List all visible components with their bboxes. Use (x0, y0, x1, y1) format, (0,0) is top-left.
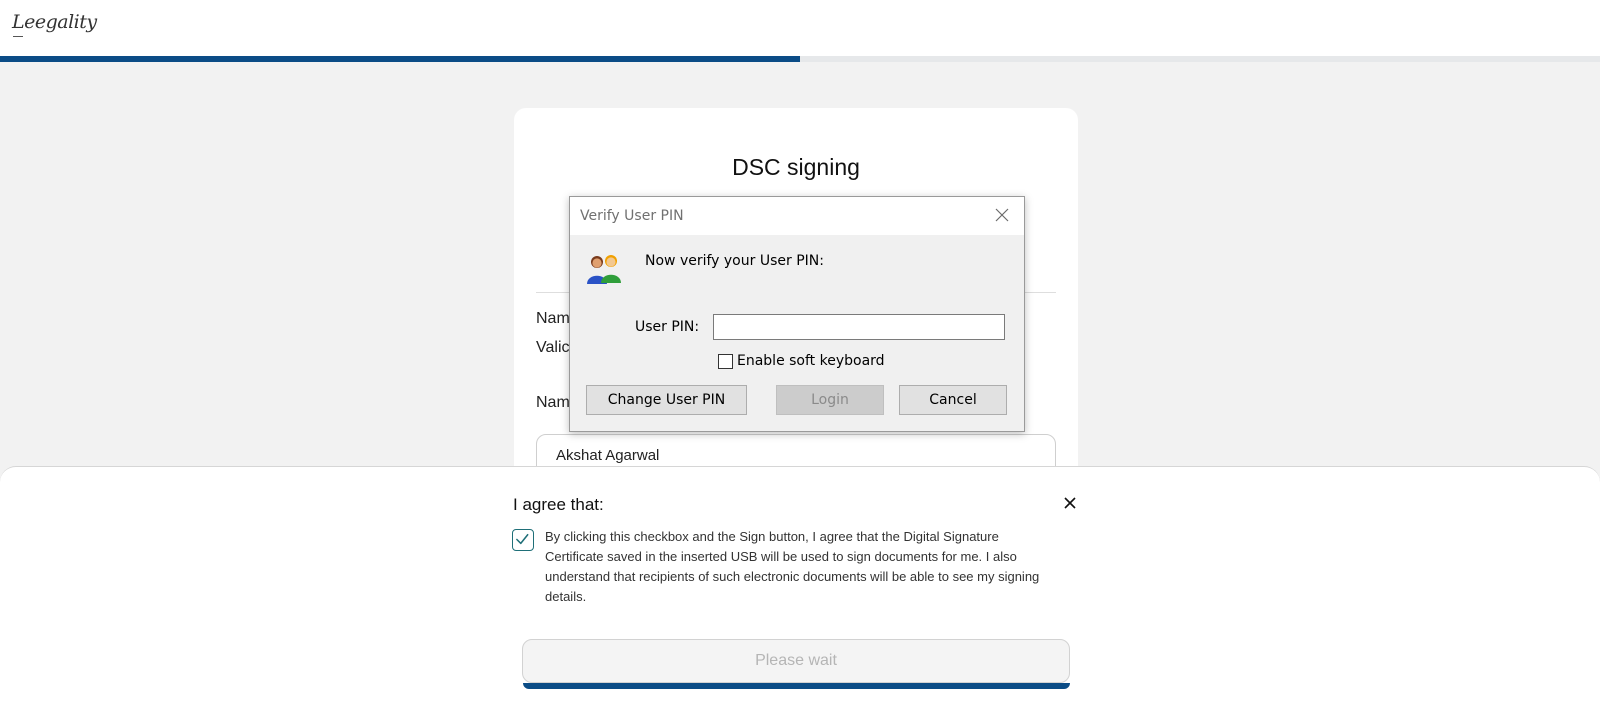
dialog-prompt: Now verify your User PIN: (645, 253, 824, 269)
user-pin-input[interactable] (713, 314, 1005, 340)
checkmark-icon (516, 533, 529, 545)
soft-keyboard-checkbox[interactable] (718, 354, 733, 369)
soft-keyboard-label[interactable]: Enable soft keyboard (737, 353, 885, 369)
dialog-title: Verify User PIN (580, 208, 684, 224)
top-bar: Leegality (0, 0, 1600, 56)
users-icon (587, 255, 621, 284)
consent-panel: I agree that: By clicking this checkbox … (0, 466, 1600, 727)
dialog-title-bar: Verify User PIN (570, 197, 1024, 235)
cancel-button[interactable]: Cancel (899, 385, 1007, 415)
user-pin-label: User PIN: (635, 319, 700, 335)
change-user-pin-button[interactable]: Change User PIN (586, 385, 747, 415)
please-wait-button[interactable]: Please wait (522, 639, 1070, 683)
login-button[interactable]: Login (776, 385, 884, 415)
page-progress-fill (0, 56, 800, 62)
consent-text: By clicking this checkbox and the Sign b… (545, 529, 1040, 604)
leegality-logo: Leegality (12, 11, 97, 37)
consent-title: I agree that: (513, 495, 604, 514)
certificate-validity-label: Valic (536, 339, 570, 356)
signer-name-value: Akshat Agarwal (556, 447, 660, 464)
close-icon[interactable] (992, 205, 1012, 225)
sign-progress-bar (523, 683, 1070, 689)
signer-name-label: Nam (536, 394, 570, 411)
close-icon[interactable] (1061, 494, 1079, 512)
page-progress-bar (0, 56, 1600, 62)
page-title: DSC signing (732, 154, 860, 180)
verify-user-pin-dialog: Verify User PIN Now verify your User PIN… (569, 196, 1025, 432)
consent-checkbox[interactable] (512, 529, 534, 551)
certificate-name-label: Nam (536, 310, 570, 327)
